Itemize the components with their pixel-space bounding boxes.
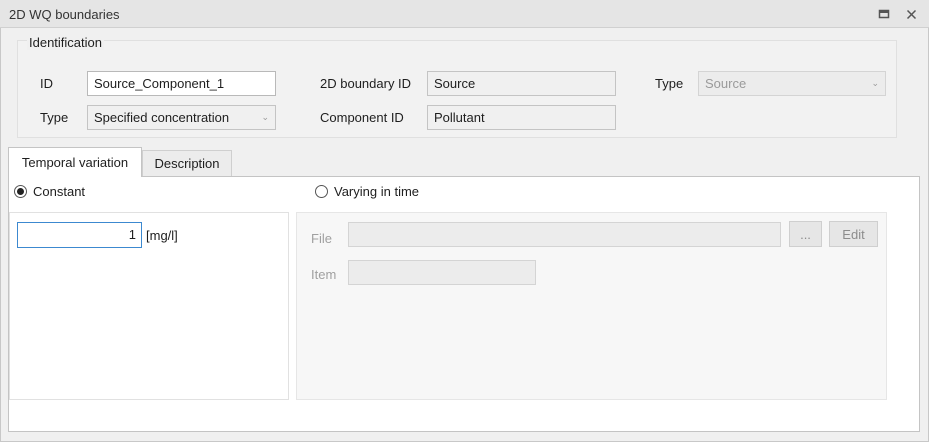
- tab-description-label: Description: [154, 156, 220, 171]
- constant-radio-label: Constant: [33, 184, 86, 199]
- tab-temporal-variation-label: Temporal variation: [21, 155, 129, 170]
- component-id-label: Component ID: [320, 110, 404, 125]
- identification-title: Identification: [27, 35, 104, 50]
- radio-selected-icon: [14, 185, 27, 198]
- chevron-down-icon: ⌄: [871, 78, 879, 88]
- boundary-id-field: Source: [427, 71, 616, 96]
- boundary-type-select: Source ⌄: [698, 71, 886, 96]
- file-label: File: [311, 231, 332, 246]
- restore-icon: [878, 9, 890, 19]
- boundary-id-label: 2D boundary ID: [320, 76, 412, 91]
- window-title: 2D WQ boundaries: [9, 7, 120, 22]
- item-label: Item: [311, 267, 337, 282]
- varying-radio[interactable]: Varying in time: [315, 184, 419, 199]
- type-label: Type: [40, 110, 69, 125]
- type-select[interactable]: Specified concentration ⌄: [87, 105, 276, 130]
- restore-button[interactable]: [876, 6, 892, 22]
- id-label: ID: [40, 76, 53, 91]
- close-button[interactable]: [903, 6, 919, 22]
- close-icon: [906, 9, 916, 19]
- browse-button[interactable]: ...: [789, 221, 822, 247]
- constant-value-input[interactable]: 1: [17, 222, 142, 248]
- component-id-field: Pollutant: [427, 105, 616, 130]
- varying-radio-label: Varying in time: [334, 184, 420, 199]
- unit-label: [mg/l]: [146, 228, 178, 243]
- boundary-type-label: Type: [655, 76, 684, 91]
- tab-description[interactable]: Description: [142, 150, 232, 176]
- item-select: [348, 260, 536, 285]
- constant-radio[interactable]: Constant: [14, 184, 85, 199]
- file-input: [348, 222, 781, 247]
- boundary-type-value: Source: [705, 76, 747, 91]
- radio-unselected-icon: [315, 185, 328, 198]
- type-select-value: Specified concentration: [94, 110, 230, 125]
- title-bar: [0, 0, 929, 28]
- id-input[interactable]: Source_Component_1: [87, 71, 276, 96]
- edit-button[interactable]: Edit: [829, 221, 878, 247]
- tab-temporal-variation[interactable]: Temporal variation: [8, 147, 142, 177]
- chevron-down-icon: ⌄: [261, 112, 269, 122]
